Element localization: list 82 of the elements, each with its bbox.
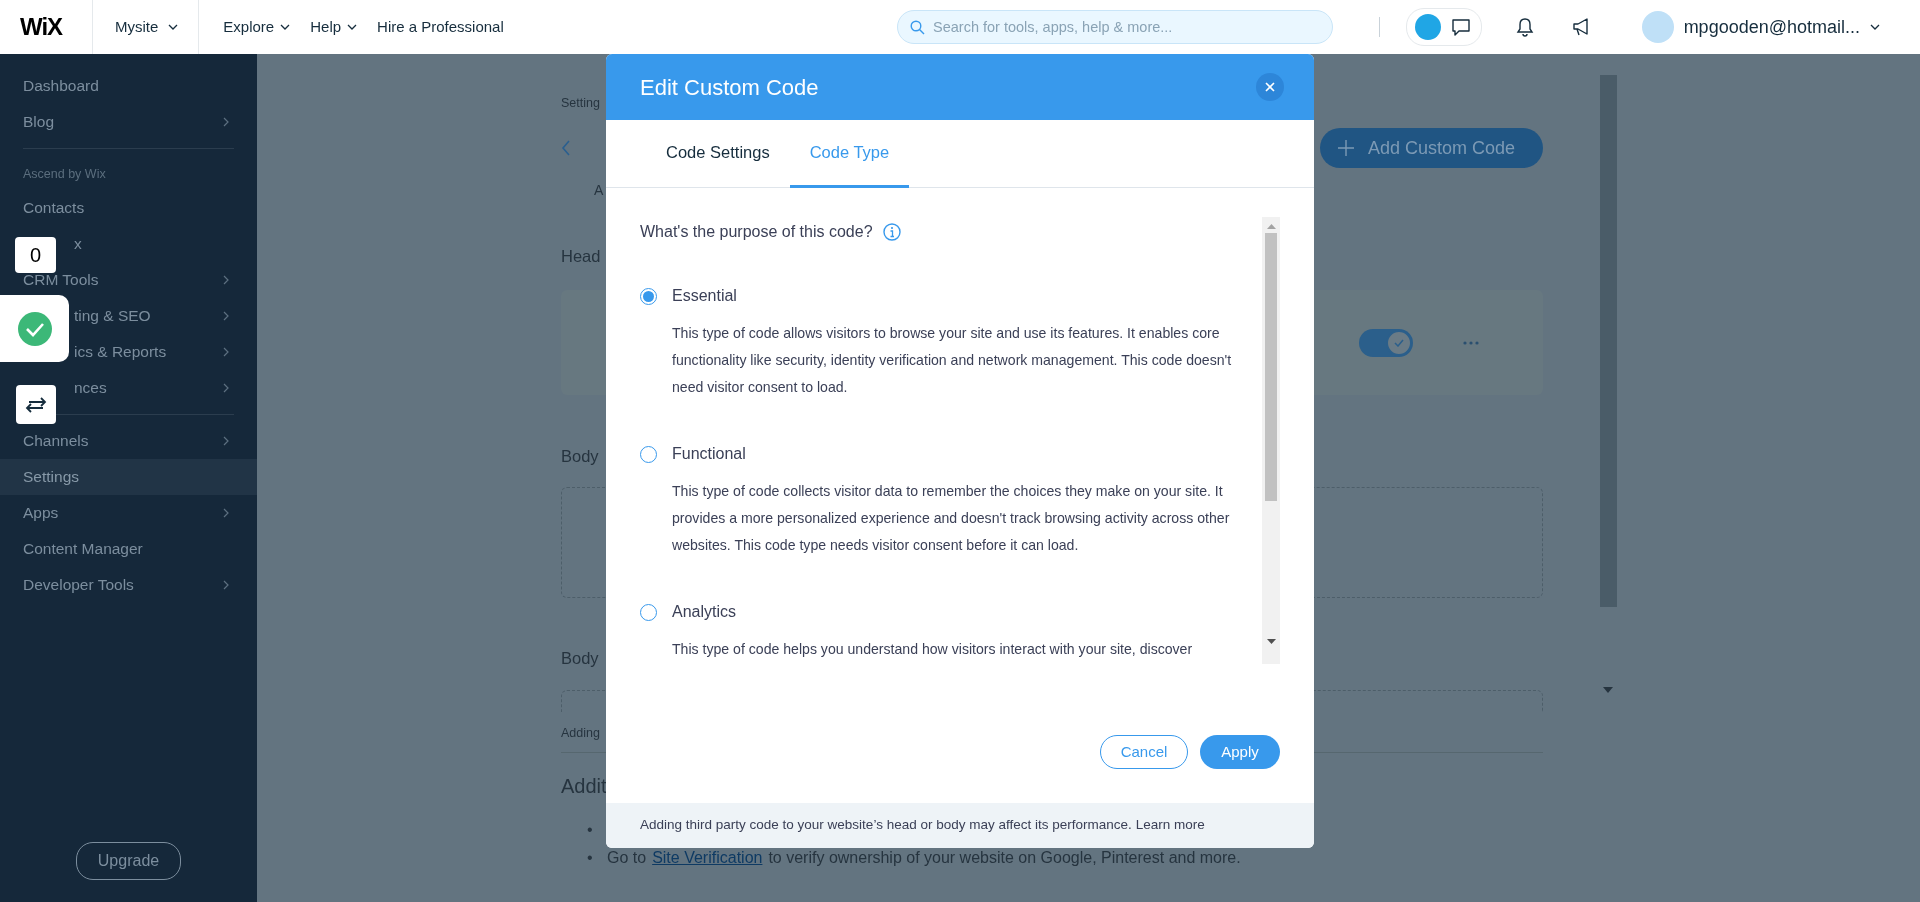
option-label: Essential <box>672 286 737 306</box>
close-button[interactable] <box>1256 73 1284 101</box>
scrollbar[interactable] <box>1262 217 1280 664</box>
option-label: Functional <box>672 444 746 464</box>
dialog-title: Edit Custom Code <box>640 73 819 102</box>
option-description: This type of code collects visitor data to remember the choices they make on your site. It provides a more personalized experience and doesn't track browsing activity across other websites. This code type needs visitor consent before it can load. <box>672 482 1231 555</box>
section-label: Ascend by Wix <box>22 166 107 183</box>
section-label: Head <box>561 246 601 267</box>
note-text: Adding <box>561 725 600 742</box>
logo[interactable]: WiX <box>20 9 92 45</box>
text: to verify ownership of your website on Google, Pinterest and more. <box>768 848 1241 868</box>
down-arrow-icon[interactable] <box>1603 687 1613 693</box>
question-text: What's the purpose of this code? <box>640 222 873 242</box>
bell-icon[interactable] <box>1515 17 1534 37</box>
subtitle: A <box>594 182 604 198</box>
more-icon[interactable] <box>1463 340 1479 345</box>
radio-button[interactable] <box>640 603 657 621</box>
check-icon <box>1394 338 1404 347</box>
text: Go to <box>607 848 647 868</box>
caret-icon <box>347 24 358 30</box>
breadcrumb[interactable]: Setting <box>561 95 600 111</box>
sidebar-item[interactable]: Apps <box>0 494 257 531</box>
radio-button[interactable] <box>640 445 657 463</box>
tab[interactable]: Code Settings <box>646 120 790 188</box>
sidebar-item[interactable]: nces <box>70 369 257 406</box>
sidebar-item[interactable]: Contacts <box>0 189 257 226</box>
plus-icon <box>1337 140 1354 156</box>
info-icon[interactable] <box>882 223 901 241</box>
option-description: This type of code allows visitors to browse your site and use its features. It enables core functionality like security, identity verification and network management. This code doesn't need visitor consent to load. <box>672 324 1233 397</box>
chat-button[interactable] <box>1405 8 1482 46</box>
sidebar-item[interactable]: ting & SEO <box>70 297 257 334</box>
counter-badge: 0 <box>15 237 56 273</box>
nav-menu[interactable]: Help <box>310 15 358 39</box>
chevron-icon <box>223 310 229 321</box>
caret-icon <box>1870 24 1880 30</box>
close-icon <box>1265 82 1275 92</box>
sidebar-item[interactable]: Blog <box>0 104 257 140</box>
apply-button[interactable]: Apply <box>1200 735 1280 769</box>
bullet: • <box>587 820 594 840</box>
nav-link[interactable]: Hire a Professional <box>377 15 504 39</box>
down-arrow-icon <box>1266 639 1276 644</box>
option-label: Analytics <box>672 602 737 622</box>
search-field[interactable]: Search for tools, apps, help & more... <box>897 10 1333 44</box>
chevron-icon <box>223 435 229 446</box>
status-dot <box>1414 14 1441 40</box>
nav-menu[interactable]: Explore <box>223 15 291 39</box>
radio-button[interactable] <box>640 287 657 305</box>
account-name[interactable]: mpgooden@hotmail... <box>1683 13 1860 41</box>
upgrade-button[interactable]: Upgrade <box>75 842 182 880</box>
swap-icon <box>25 396 47 413</box>
sidebar-item[interactable]: Content Manager <box>0 530 257 567</box>
heading: Addit <box>561 774 607 799</box>
add-button[interactable]: Add Custom Code <box>1319 128 1543 168</box>
chevron-icon <box>223 274 229 285</box>
bullet: • <box>587 848 594 868</box>
toggle-switch[interactable] <box>1359 328 1413 357</box>
search-icon <box>910 20 925 35</box>
sidebar-item[interactable]: Settings <box>0 458 257 495</box>
sidebar-item[interactable]: Dashboard <box>0 68 257 104</box>
sidebar-item[interactable]: Developer Tools <box>0 566 257 603</box>
back-icon[interactable] <box>561 140 571 156</box>
chevron-icon <box>223 117 229 127</box>
chevron-icon <box>223 346 229 357</box>
chevron-icon <box>223 382 229 393</box>
up-arrow-icon <box>1266 224 1276 229</box>
chevron-icon <box>223 507 229 518</box>
section-label: Body <box>561 648 599 669</box>
learn-more-link[interactable]: Learn more <box>1135 815 1205 836</box>
sidebar-item[interactable]: x <box>70 225 257 262</box>
caret-icon <box>280 24 291 30</box>
check-icon <box>17 311 52 346</box>
chevron-icon <box>223 579 229 590</box>
sidebar-item[interactable]: ics & Reports <box>70 333 257 370</box>
chat-icon <box>1450 18 1471 36</box>
swap-button[interactable] <box>16 385 56 424</box>
footer-text: Adding third party code to your website’s head or body may affect its performance. <box>640 816 1132 835</box>
cancel-button[interactable]: Cancel <box>1100 735 1188 769</box>
link[interactable]: Site Verification <box>652 846 763 870</box>
option-description: This type of code helps you understand how visitors interact with your site, discover <box>672 640 1194 659</box>
section-label: Body <box>561 446 599 467</box>
caret-icon <box>168 24 179 30</box>
tab[interactable]: Code Type <box>789 120 910 188</box>
